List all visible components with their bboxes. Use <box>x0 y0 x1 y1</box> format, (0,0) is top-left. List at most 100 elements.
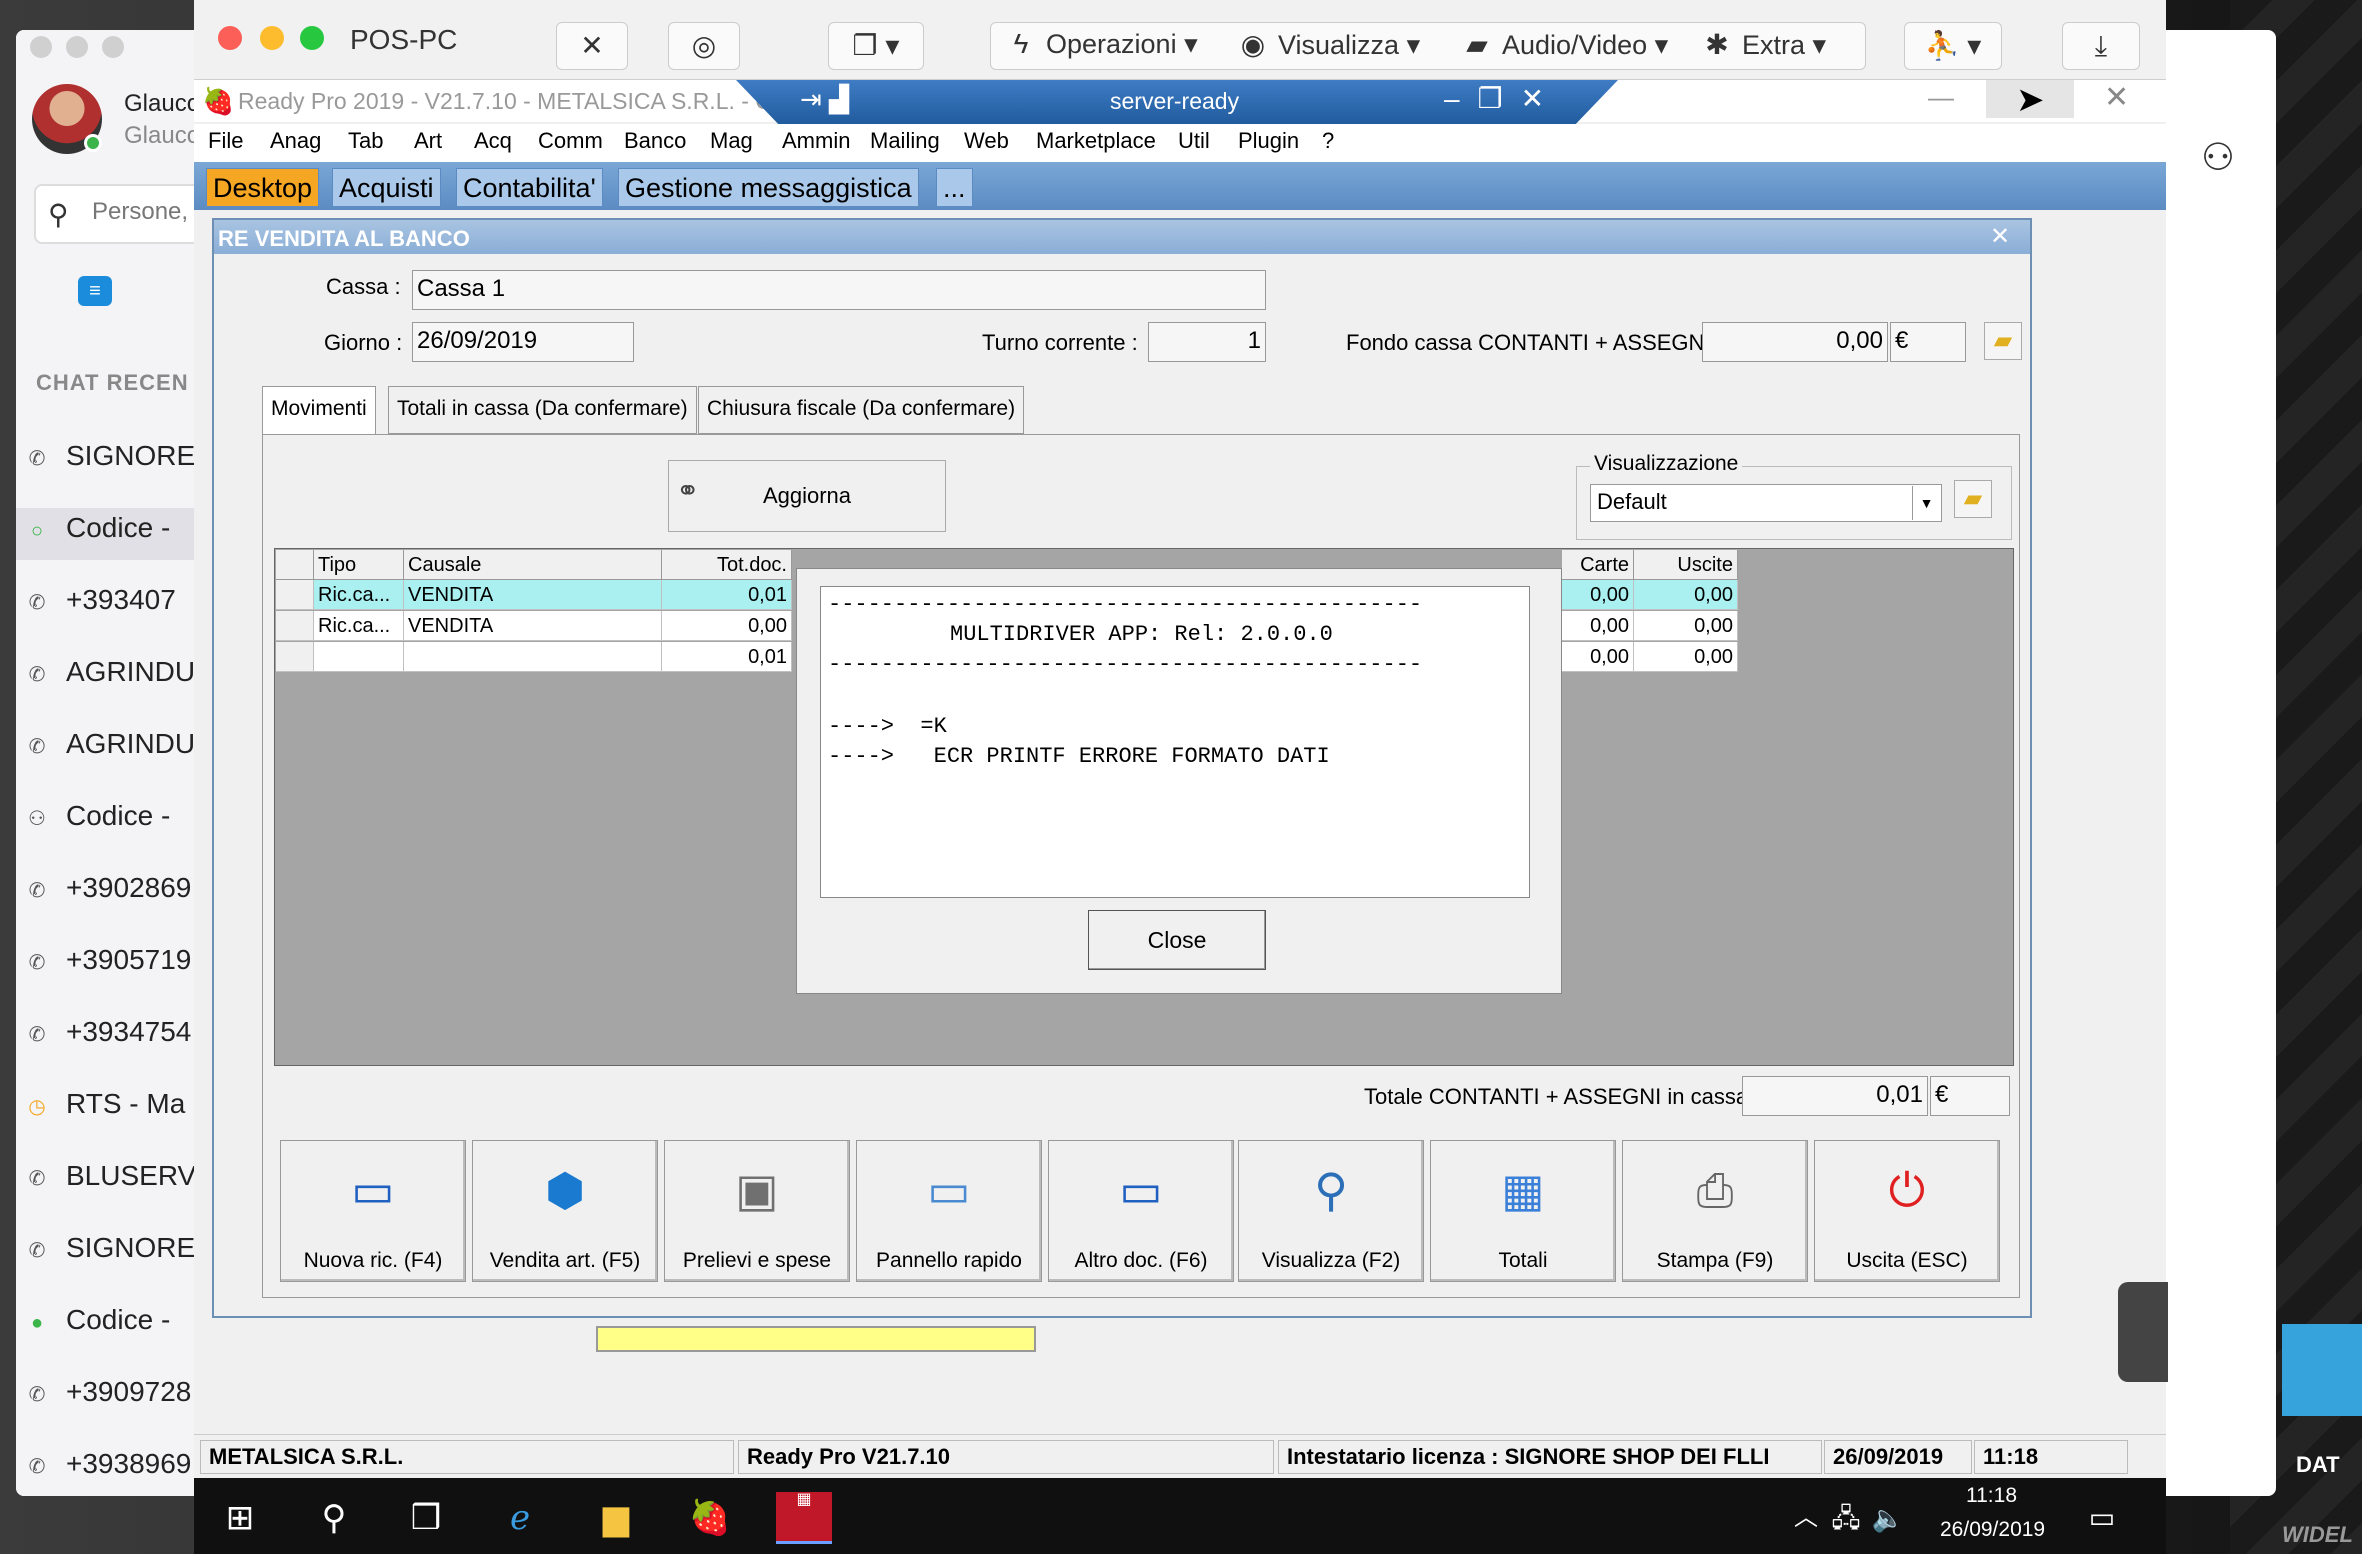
grid-header-totdoc[interactable]: Tot.doc. <box>662 550 792 580</box>
grid-cell-tipo[interactable] <box>314 642 404 672</box>
connection-window-controls[interactable]: –❐✕ <box>1444 82 1562 115</box>
grid-cell-causale[interactable]: VENDITA <box>404 611 662 641</box>
minimize-dot-icon[interactable] <box>66 36 88 58</box>
folder-icon[interactable]: ▰ <box>1984 322 2022 360</box>
prelievi-e-spese-button[interactable]: ▣ Prelievi e spese <box>664 1140 850 1282</box>
file-explorer-icon[interactable]: ▆ <box>588 1492 644 1544</box>
vendita-art-f5-button[interactable]: ⬢ Vendita art. (F5) <box>472 1140 658 1282</box>
grid-cell-causale[interactable] <box>404 642 662 672</box>
grid-header-tipo[interactable]: Tipo <box>314 550 404 580</box>
grid-cell-causale[interactable]: VENDITA <box>404 580 662 610</box>
chevron-down-icon[interactable]: ▼ <box>1912 486 1940 520</box>
chat-list-item[interactable]: ● Codice - <box>24 1304 204 1344</box>
volume-icon[interactable]: 🔈 <box>1868 1492 1908 1544</box>
grid-header-uscite[interactable]: Uscite <box>1634 550 1738 580</box>
actions-button[interactable]: ◎ <box>668 22 740 70</box>
tab-movimenti[interactable]: Movimenti <box>262 386 376 436</box>
grid-header-causale[interactable]: Causale <box>404 550 662 580</box>
add-user-icon[interactable]: ⚇ <box>2190 130 2246 186</box>
network-icon[interactable]: 🖧 <box>1826 1492 1866 1544</box>
menu-extra[interactable]: ✱ Extra ▾ <box>1700 28 1826 61</box>
chat-list-item[interactable]: ✆ +3938969 <box>24 1448 204 1488</box>
row-selector[interactable] <box>276 580 314 610</box>
grid-cell-totdoc[interactable]: 0,01 <box>662 642 792 672</box>
menu-item[interactable]: Mailing <box>870 128 940 154</box>
menu-visualizza[interactable]: ◉ Visualizza ▾ <box>1236 28 1420 61</box>
chat-list-item[interactable]: ✆ +393407 <box>24 584 204 624</box>
menu-item[interactable]: ? <box>1322 128 1334 154</box>
cassa-field[interactable]: Cassa 1 <box>412 270 1266 310</box>
chat-list-item[interactable]: ✆ +3902869 <box>24 872 204 912</box>
ready-pro-taskbar-icon[interactable]: 🍓 <box>682 1492 738 1544</box>
visualizza-f2-button[interactable]: ⚲ Visualizza (F2) <box>1238 1140 1424 1282</box>
row-selector[interactable] <box>276 611 314 641</box>
menu-item[interactable]: Art <box>414 128 442 154</box>
grid-cell-carte[interactable]: 0,00 <box>1562 642 1634 672</box>
zoom-dot-icon[interactable] <box>102 36 124 58</box>
menu-item[interactable]: Comm <box>538 128 603 154</box>
menu-item[interactable]: Anag <box>270 128 321 154</box>
aggiorna-button[interactable]: Aggiorna <box>668 460 946 532</box>
chat-list-item[interactable]: ○ Codice - <box>24 512 204 552</box>
grid-cell-totdoc[interactable]: 0,00 <box>662 611 792 641</box>
chat-list-item[interactable]: ◷ RTS - Ma <box>24 1088 204 1128</box>
taskbar-date[interactable]: 26/09/2019 <box>1940 1518 2045 1542</box>
quick-actions-button[interactable]: ⛹ ▾ <box>1904 22 2002 70</box>
internet-explorer-icon[interactable]: ℯ <box>492 1492 548 1544</box>
app-tab[interactable]: ... <box>936 168 973 206</box>
end-session-button[interactable]: ✕ <box>556 22 628 70</box>
menu-audio-video[interactable]: ▰ Audio/Video ▾ <box>1460 28 1668 61</box>
nuova-ric-f4-button[interactable]: ▭ Nuova ric. (F4) <box>280 1140 466 1282</box>
close-dot-icon[interactable] <box>218 26 242 50</box>
totale-currency-field[interactable]: € <box>1930 1076 2010 1116</box>
grid-cell-tipo[interactable]: Ric.ca... <box>314 611 404 641</box>
grid-cell-tipo[interactable]: Ric.ca... <box>314 580 404 610</box>
chat-list-item[interactable]: ✆ +3934754 <box>24 1016 204 1056</box>
menu-item[interactable]: Plugin <box>1238 128 1299 154</box>
folder-icon[interactable]: ▰ <box>1954 480 1992 518</box>
totali-button[interactable]: ▦ Totali <box>1430 1140 1616 1282</box>
minimize-dot-icon[interactable] <box>260 26 284 50</box>
download-button[interactable]: ⤓ <box>2062 22 2140 70</box>
visualizzazione-select[interactable]: Default <box>1590 484 1942 522</box>
close-icon[interactable]: ✕ <box>2104 80 2129 115</box>
search-icon[interactable]: ⚲ <box>306 1492 362 1544</box>
menu-item[interactable]: Mag <box>710 128 753 154</box>
taskbar-time[interactable]: 11:18 <box>1966 1484 2017 1508</box>
chat-bubble-icon[interactable]: ≡ <box>78 276 112 306</box>
grid-cell-uscite[interactable]: 0,00 <box>1634 580 1738 610</box>
turno-field[interactable]: 1 <box>1148 322 1266 362</box>
giorno-field[interactable]: 26/09/2019 <box>412 322 634 362</box>
close-dot-icon[interactable] <box>30 36 52 58</box>
grid-cell-uscite[interactable]: 0,00 <box>1634 611 1738 641</box>
clipboard-button[interactable]: ❐ ▾ <box>828 22 924 70</box>
tab-chiusura[interactable]: Chiusura fiscale (Da confermare) <box>698 386 1025 434</box>
altro-doc-f6-button[interactable]: ▭ Altro doc. (F6) <box>1048 1140 1234 1282</box>
chat-list-item[interactable]: ✆ SIGNORE <box>24 440 204 480</box>
tab-totali[interactable]: Totali in cassa (Da confermare) <box>388 386 697 434</box>
grid-header-carte[interactable]: Carte <box>1562 550 1634 580</box>
close-button[interactable]: Close <box>1088 910 1266 970</box>
multidriver-taskbar-icon[interactable]: ▦ <box>776 1492 832 1544</box>
chevron-up-icon[interactable]: ︿ <box>1786 1492 1826 1544</box>
menu-item[interactable]: Tab <box>348 128 383 154</box>
grid-cell-carte[interactable]: 0,00 <box>1562 580 1634 610</box>
row-selector[interactable] <box>276 642 314 672</box>
menu-item[interactable]: Marketplace <box>1036 128 1156 154</box>
chat-list-item[interactable]: ✆ AGRINDU <box>24 656 204 696</box>
menu-item[interactable]: Banco <box>624 128 686 154</box>
fondo-currency-field[interactable]: € <box>1890 322 1966 362</box>
side-panel-handle[interactable] <box>2118 1282 2168 1382</box>
app-tab[interactable]: Gestione messaggistica <box>618 168 919 206</box>
totale-field[interactable]: 0,01 <box>1742 1076 1928 1116</box>
close-icon[interactable]: ✕ <box>1990 222 2010 251</box>
task-view-icon[interactable]: ❒ <box>398 1492 454 1544</box>
menu-item[interactable]: Ammin <box>782 128 850 154</box>
menu-item[interactable]: Util <box>1178 128 1210 154</box>
menu-operazioni[interactable]: ϟ Operazioni ▾ <box>1004 28 1198 60</box>
notifications-icon[interactable]: ▭ <box>2074 1492 2130 1544</box>
app-tab[interactable]: Acquisti <box>332 168 441 206</box>
grid-cell-uscite[interactable]: 0,00 <box>1634 642 1738 672</box>
menu-item[interactable]: Acq <box>474 128 512 154</box>
minimize-icon[interactable]: — <box>1928 82 1954 113</box>
